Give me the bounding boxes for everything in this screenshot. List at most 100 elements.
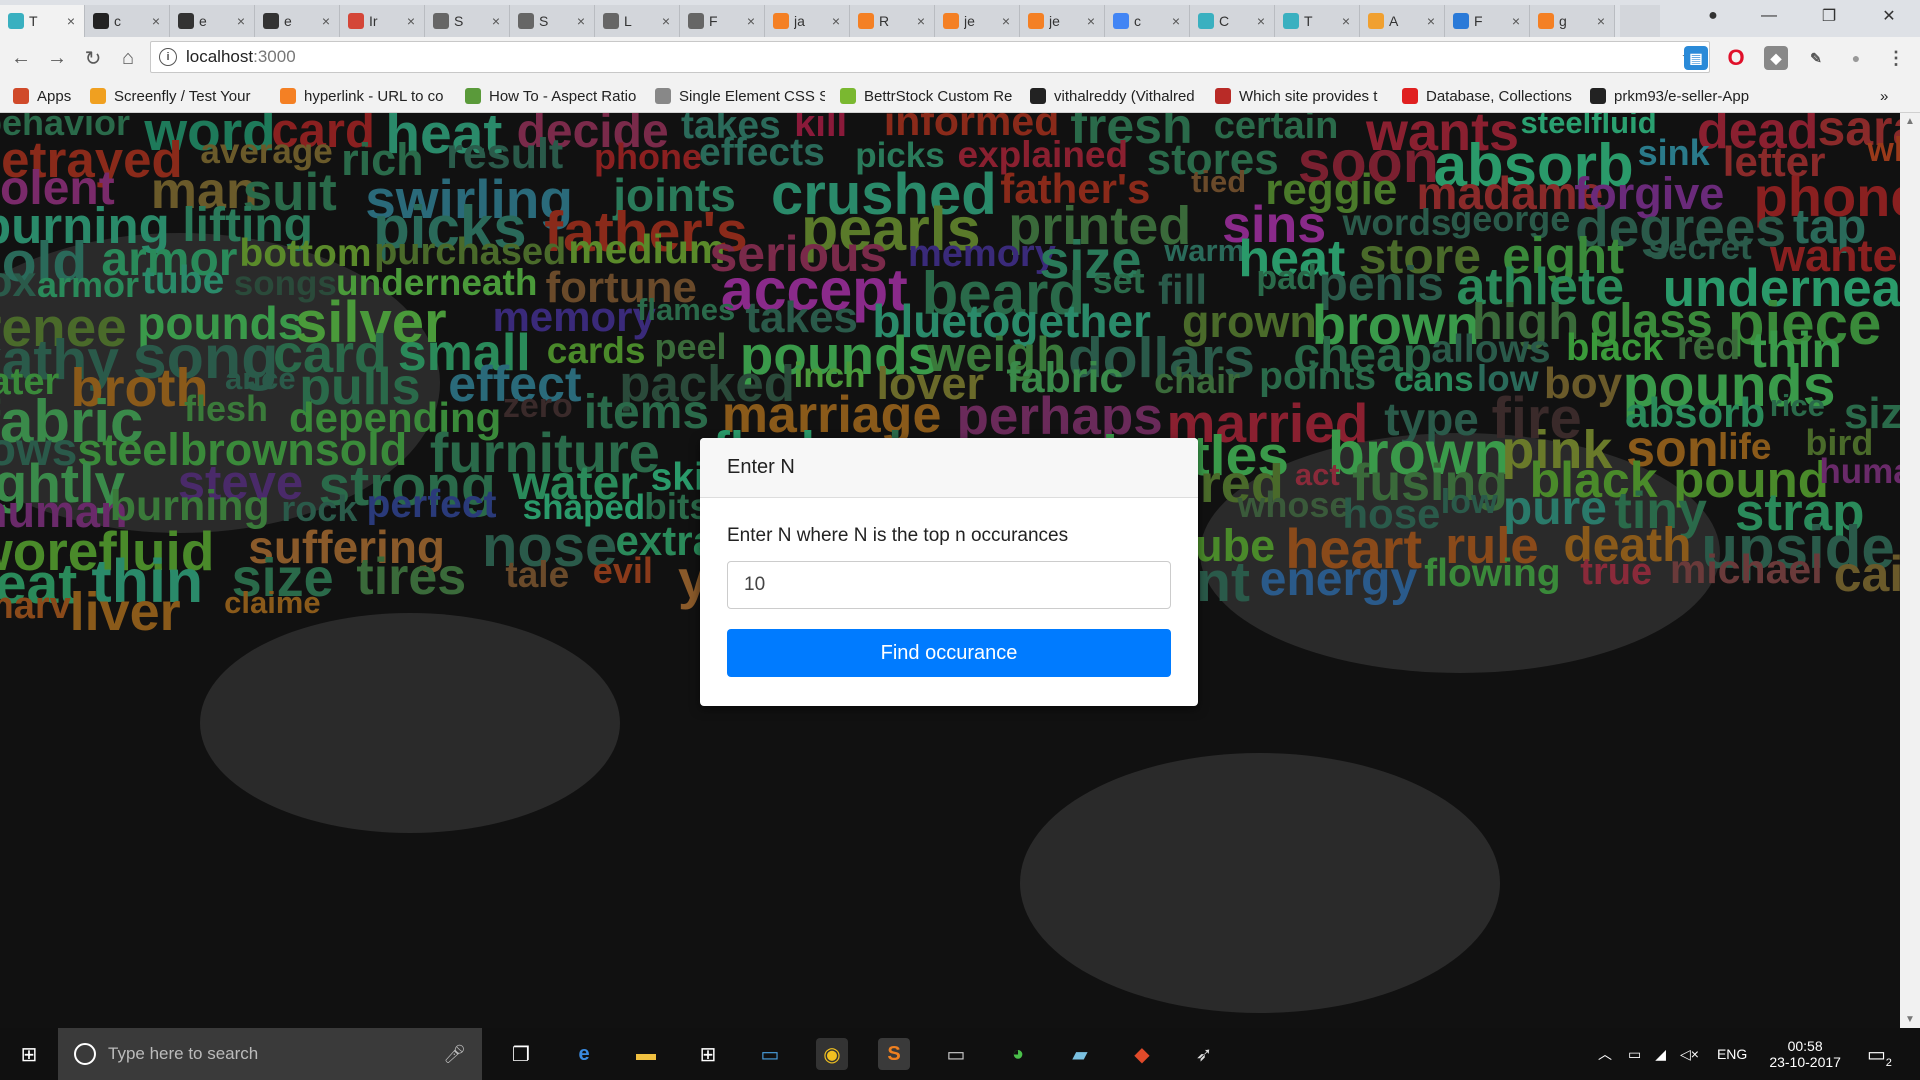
- browser-tab[interactable]: c ×: [85, 5, 170, 37]
- tab-title: R: [879, 13, 890, 29]
- windows-start-icon[interactable]: ⊞: [13, 1038, 45, 1070]
- terminal-icon[interactable]: ▭: [940, 1038, 972, 1070]
- browser-tab[interactable]: je ×: [935, 5, 1020, 37]
- network-icon[interactable]: ◢: [1655, 1046, 1666, 1063]
- volume-icon[interactable]: ◁×: [1680, 1046, 1699, 1063]
- browser-tab[interactable]: g ×: [1530, 5, 1615, 37]
- n-input-label: Enter N where N is the top n occurances: [727, 525, 1069, 546]
- tab-close-icon[interactable]: ×: [744, 13, 758, 29]
- store-icon[interactable]: ⊞: [692, 1038, 724, 1070]
- tray-chevron-icon[interactable]: ︿: [1598, 1044, 1612, 1064]
- tab-favicon-icon: [1453, 13, 1469, 29]
- home-icon[interactable]: ⌂: [115, 45, 141, 71]
- bookmark-item[interactable]: BettrStock Custom Re: [840, 86, 1015, 106]
- action-center-icon[interactable]: ▭ 2: [1867, 1042, 1892, 1069]
- clock[interactable]: 00:58 23-10-2017: [1769, 1038, 1841, 1070]
- tab-close-icon[interactable]: ×: [1339, 13, 1353, 29]
- app-icon-notes[interactable]: ▰: [1064, 1038, 1096, 1070]
- bookmark-item[interactable]: Database, Collections: [1402, 86, 1572, 106]
- tab-close-icon[interactable]: ×: [1594, 13, 1608, 29]
- sublime-text-icon[interactable]: S: [878, 1038, 910, 1070]
- tab-close-icon[interactable]: ×: [404, 13, 418, 29]
- tab-close-icon[interactable]: ×: [659, 13, 673, 29]
- extension-icon-3[interactable]: ◆: [1764, 46, 1788, 70]
- bookmark-item[interactable]: Apps: [13, 86, 83, 106]
- bookmark-item[interactable]: How To - Aspect Ratio: [465, 86, 640, 106]
- tab-close-icon[interactable]: ×: [914, 13, 928, 29]
- extension-icon-4[interactable]: ✎: [1804, 46, 1828, 70]
- opera-icon[interactable]: O: [1724, 45, 1748, 70]
- profile-icon[interactable]: ●: [1690, 0, 1736, 32]
- n-input[interactable]: [727, 561, 1171, 609]
- address-bar[interactable]: i localhost:3000 ☆: [150, 41, 1710, 73]
- back-icon[interactable]: ←: [8, 45, 34, 71]
- browser-tab[interactable]: T ×: [0, 5, 85, 37]
- bookmark-item[interactable]: vithalreddy (Vithalred: [1030, 86, 1200, 106]
- browser-tab[interactable]: Ir ×: [340, 5, 425, 37]
- maximize-button[interactable]: ❐: [1806, 0, 1852, 32]
- bookmark-item[interactable]: prkm93/e-seller-App: [1590, 86, 1760, 106]
- browser-tab[interactable]: S ×: [425, 5, 510, 37]
- app-icon-globe[interactable]: ◕: [1002, 1038, 1034, 1070]
- browser-tab[interactable]: T ×: [1275, 5, 1360, 37]
- git-icon[interactable]: ◆: [1126, 1038, 1158, 1070]
- browser-tab[interactable]: R ×: [850, 5, 935, 37]
- reload-icon[interactable]: ↻: [80, 45, 106, 71]
- browser-tab[interactable]: c ×: [1105, 5, 1190, 37]
- close-window-button[interactable]: ✕: [1866, 0, 1912, 32]
- tab-close-icon[interactable]: ×: [1169, 13, 1183, 29]
- bookmark-item[interactable]: Screenfly / Test Your: [90, 86, 260, 106]
- tab-close-icon[interactable]: ×: [489, 13, 503, 29]
- tab-close-icon[interactable]: ×: [64, 13, 78, 29]
- tab-close-icon[interactable]: ×: [574, 13, 588, 29]
- microphone-icon[interactable]: 🎤︎: [443, 1044, 466, 1065]
- find-occurance-button[interactable]: Find occurance: [727, 629, 1171, 677]
- bookmark-item[interactable]: hyperlink - URL to co: [280, 86, 450, 106]
- tab-title: e: [199, 13, 207, 29]
- extension-icon-1[interactable]: ▤: [1684, 46, 1708, 70]
- bookmarks-more-button[interactable]: »: [1880, 86, 1888, 106]
- language-indicator[interactable]: ENG: [1717, 1046, 1747, 1062]
- tab-close-icon[interactable]: ×: [1084, 13, 1098, 29]
- tab-close-icon[interactable]: ×: [319, 13, 333, 29]
- tab-close-icon[interactable]: ×: [234, 13, 248, 29]
- tab-close-icon[interactable]: ×: [829, 13, 843, 29]
- edge-icon[interactable]: e: [568, 1038, 600, 1070]
- browser-tab[interactable]: e ×: [170, 5, 255, 37]
- tab-close-icon[interactable]: ×: [1509, 13, 1523, 29]
- chrome-icon[interactable]: ◉: [816, 1038, 848, 1070]
- taskbar-search[interactable]: Type here to search 🎤︎: [58, 1028, 482, 1080]
- browser-tab[interactable]: C ×: [1190, 5, 1275, 37]
- forward-icon[interactable]: →: [44, 45, 70, 71]
- browser-tab[interactable]: S ×: [510, 5, 595, 37]
- bookmark-item[interactable]: Which site provides t: [1215, 86, 1385, 106]
- scroll-up-arrow[interactable]: ▲: [1900, 113, 1920, 130]
- browser-tab[interactable]: L ×: [595, 5, 680, 37]
- task-view-icon[interactable]: ❐: [505, 1038, 537, 1070]
- browser-tab[interactable]: ja ×: [765, 5, 850, 37]
- app-icon-rocket[interactable]: ➶: [1188, 1038, 1220, 1070]
- bookmark-item[interactable]: Single Element CSS S: [655, 86, 825, 106]
- remote-desktop-icon[interactable]: ▭: [754, 1038, 786, 1070]
- tab-close-icon[interactable]: ×: [999, 13, 1013, 29]
- browser-tab[interactable]: je ×: [1020, 5, 1105, 37]
- tab-title: c: [1134, 13, 1141, 29]
- browser-tab[interactable]: F ×: [680, 5, 765, 37]
- scroll-down-arrow[interactable]: ▼: [1900, 1011, 1920, 1028]
- extension-icon-5[interactable]: ●: [1844, 46, 1868, 70]
- browser-tab[interactable]: A ×: [1360, 5, 1445, 37]
- minimize-button[interactable]: —: [1746, 0, 1792, 32]
- tab-close-icon[interactable]: ×: [149, 13, 163, 29]
- tab-favicon-icon: [93, 13, 109, 29]
- browser-tab[interactable]: e ×: [255, 5, 340, 37]
- tab-close-icon[interactable]: ×: [1424, 13, 1438, 29]
- bookmark-favicon-icon: [1215, 88, 1231, 104]
- menu-icon[interactable]: ⋮: [1884, 46, 1908, 70]
- new-tab-button[interactable]: [1620, 5, 1660, 37]
- info-icon[interactable]: i: [159, 48, 177, 66]
- page-scrollbar[interactable]: ▲ ▼: [1900, 113, 1920, 1028]
- tab-close-icon[interactable]: ×: [1254, 13, 1268, 29]
- file-explorer-icon[interactable]: ▬: [630, 1038, 662, 1070]
- battery-icon[interactable]: ▭: [1628, 1046, 1641, 1063]
- browser-tab[interactable]: F ×: [1445, 5, 1530, 37]
